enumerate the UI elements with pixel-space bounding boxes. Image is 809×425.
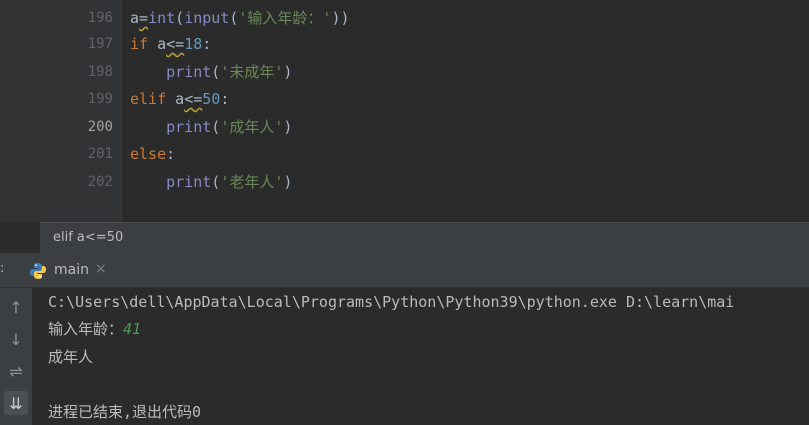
line-number: 198: [87, 64, 113, 80]
code-token-op: (: [175, 9, 185, 27]
console-output-line: 成年人: [48, 348, 94, 366]
code-token-op: ): [283, 173, 293, 191]
code-token-ws: [130, 63, 166, 81]
line-number: 199: [87, 91, 113, 107]
console-prompt: 输入年龄：: [48, 320, 124, 338]
python-icon: [29, 262, 47, 280]
line-number: 202: [87, 174, 113, 190]
code-token-op-squig: <=: [166, 35, 185, 53]
line-number: 196: [87, 10, 113, 26]
breadcrumb[interactable]: elif a<=50: [40, 222, 809, 253]
left-tool-strip: [0, 0, 40, 222]
code-line[interactable]: a=int(input('输入年龄：')): [130, 8, 350, 28]
tab-main[interactable]: main ×: [26, 253, 118, 287]
code-token-fn: print: [166, 118, 212, 136]
code-token-id: a: [130, 9, 140, 27]
line-number-current: 200: [87, 119, 113, 135]
code-token-id: a: [166, 90, 185, 108]
code-token-id: a: [148, 35, 167, 53]
code-line[interactable]: print('老年人'): [130, 172, 292, 192]
code-token-str: '老年人': [220, 173, 284, 191]
code-token-fn: print: [166, 63, 212, 81]
code-token-str: '输入年龄：': [238, 9, 332, 27]
code-token-op: ): [283, 118, 293, 136]
code-line[interactable]: print('成年人'): [130, 117, 292, 137]
code-token-fn: print: [166, 173, 212, 191]
code-token-fn: input: [184, 9, 230, 27]
code-token-ws: [130, 173, 166, 191]
up-arrow-icon[interactable]: ↑: [4, 295, 28, 319]
code-token-kw: elif: [130, 90, 167, 108]
scroll-to-end-icon[interactable]: ⇊: [4, 391, 28, 415]
code-token-op: (: [211, 173, 221, 191]
code-token-fn: int: [148, 9, 176, 27]
close-icon[interactable]: ×: [95, 261, 107, 277]
code-token-op: :: [166, 145, 176, 163]
console-output[interactable]: C:\Users\dell\AppData\Local\Programs\Pyt…: [32, 288, 809, 425]
code-token-ws: [130, 118, 166, 136]
console-prompt-line: 输入年龄：41: [48, 319, 141, 339]
code-token-op-squig: <=: [184, 90, 203, 108]
code-token-kw: else: [130, 145, 167, 163]
code-token-str: '未成年': [220, 63, 284, 81]
code-line[interactable]: if a<=18:: [130, 34, 211, 54]
code-line[interactable]: elif a<=50:: [130, 89, 229, 109]
console-user-input: 41: [123, 320, 142, 338]
code-token-op-squig: =: [139, 9, 149, 27]
code-token-kw: if: [130, 35, 149, 53]
code-token-num: 50: [202, 90, 221, 108]
code-token-op: :: [220, 90, 230, 108]
line-number: 201: [87, 146, 113, 162]
soft-wrap-icon[interactable]: ⇌: [4, 359, 28, 383]
code-token-num: 18: [184, 35, 203, 53]
run-label-prefix: :: [0, 261, 5, 276]
code-line[interactable]: print('未成年'): [130, 62, 292, 82]
code-token-op: (: [211, 118, 221, 136]
code-line[interactable]: else:: [130, 144, 175, 164]
code-token-op: :: [202, 35, 212, 53]
breadcrumb-item[interactable]: elif a<=50: [53, 230, 123, 245]
code-editor[interactable]: a=int(input('输入年龄：')) if a<=18: print('未…: [122, 0, 809, 222]
run-tool-window-header: : main ×: [0, 253, 809, 288]
code-token-op: (: [211, 63, 221, 81]
console-exit-message: 进程已结束,退出代码0: [48, 403, 202, 421]
code-token-op: )): [331, 9, 350, 27]
run-toolbar: ↑ ↓ ⇌ ⇊: [0, 288, 32, 425]
code-token-op: ): [283, 63, 293, 81]
line-number-gutter: 196 197 198 199 200 201 202: [40, 0, 122, 222]
code-token-str: '成年人': [220, 118, 284, 136]
console-command: C:\Users\dell\AppData\Local\Programs\Pyt…: [48, 293, 735, 311]
tab-label: main: [54, 262, 89, 278]
line-number: 197: [87, 36, 113, 52]
down-arrow-icon[interactable]: ↓: [4, 327, 28, 351]
